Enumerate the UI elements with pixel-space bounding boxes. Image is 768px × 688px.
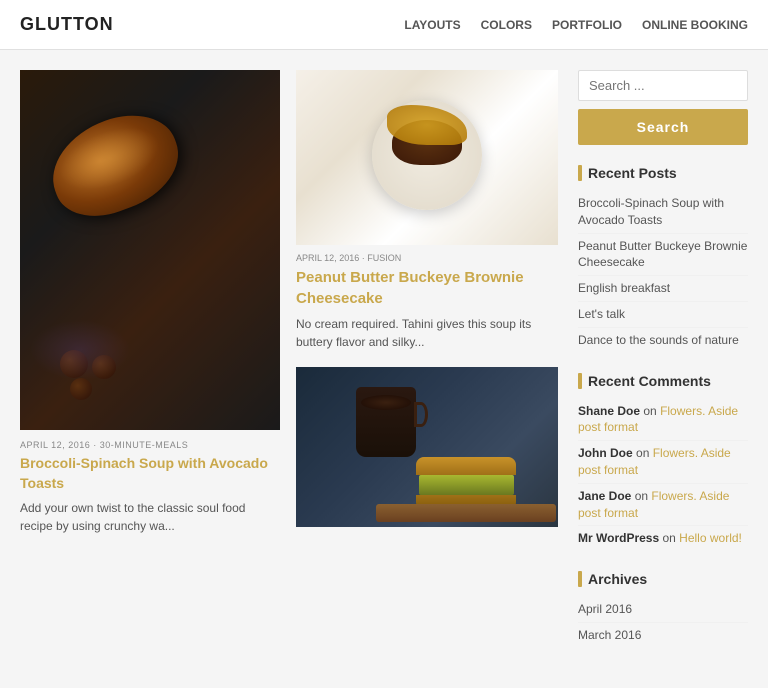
recent-posts-list: Broccoli-Spinach Soup with Avocado Toast… — [578, 191, 748, 353]
sandwich-bread-top — [416, 457, 516, 475]
comment-action: on — [643, 404, 656, 418]
accent-bar-3 — [578, 571, 582, 587]
comment-item: Shane Doe on Flowers. Aside post format — [578, 399, 748, 442]
main-nav: LAYOUTS COLORS PORTFOLIO ONLINE BOOKING — [404, 18, 748, 32]
archives-section-title: Archives — [578, 571, 748, 587]
comment-item: Mr WordPress on Hello world! — [578, 526, 748, 551]
top-right-post-meta: APRIL 12, 2016 · FUSION — [296, 245, 558, 267]
search-input[interactable] — [578, 70, 748, 101]
recent-posts-section-title: Recent Posts — [578, 165, 748, 181]
main-container: APRIL 12, 2016 · 30-MINUTE-MEALS Broccol… — [0, 50, 768, 688]
site-header: GLUTTON LAYOUTS COLORS PORTFOLIO ONLINE … — [0, 0, 768, 50]
site-logo[interactable]: GLUTTON — [20, 14, 114, 35]
comment-author: John Doe — [578, 446, 633, 460]
nav-layouts[interactable]: LAYOUTS — [404, 18, 460, 32]
top-right-post-image[interactable] — [296, 70, 558, 245]
bread-decoration — [39, 100, 192, 229]
comment-link[interactable]: Hello world! — [679, 531, 742, 545]
recent-comments-label: Recent Comments — [588, 373, 711, 389]
top-right-post-excerpt: No cream required. Tahini gives this sou… — [296, 315, 558, 351]
food-plate-bg — [296, 70, 558, 245]
accent-bar — [578, 165, 582, 181]
ball-3 — [70, 378, 92, 400]
coffee-cup — [356, 387, 416, 457]
comment-item: Jane Doe on Flowers. Aside post format — [578, 484, 748, 527]
comment-action: on — [662, 531, 679, 545]
left-post-image-bg — [20, 70, 280, 430]
comment-action: on — [636, 446, 653, 460]
comment-action: on — [635, 489, 652, 503]
left-post-image[interactable] — [20, 70, 280, 430]
comment-author: Jane Doe — [578, 489, 631, 503]
sandwich-fill — [419, 475, 514, 495]
bottom-right-post — [296, 367, 558, 527]
archive-item[interactable]: April 2016 — [578, 597, 748, 623]
top-right-post-title[interactable]: Peanut Butter Buckeye Brownie Cheesecake — [296, 267, 558, 309]
content-area: APRIL 12, 2016 · 30-MINUTE-MEALS Broccol… — [20, 70, 558, 668]
recent-post-item[interactable]: Dance to the sounds of nature — [578, 328, 748, 353]
recent-comments-section-title: Recent Comments — [578, 373, 748, 389]
left-post-title[interactable]: Broccoli-Spinach Soup with Avocado Toast… — [20, 454, 280, 493]
nav-online-booking[interactable]: ONLINE BOOKING — [642, 18, 748, 32]
recent-post-item[interactable]: English breakfast — [578, 276, 748, 302]
comment-author: Mr WordPress — [578, 531, 659, 545]
sidebar: Search Recent Posts Broccoli-Spinach Sou… — [578, 70, 748, 668]
recent-post-item[interactable]: Broccoli-Spinach Soup with Avocado Toast… — [578, 191, 748, 234]
recent-post-item[interactable]: Peanut Butter Buckeye Brownie Cheesecake — [578, 234, 748, 277]
recent-posts-label: Recent Posts — [588, 165, 677, 181]
archives-label: Archives — [588, 571, 647, 587]
left-post-excerpt: Add your own twist to the classic soul f… — [20, 499, 280, 535]
accent-bar-2 — [578, 373, 582, 389]
comment-item: John Doe on Flowers. Aside post format — [578, 441, 748, 484]
search-button[interactable]: Search — [578, 109, 748, 145]
coffee-bg — [296, 367, 558, 527]
left-featured-post: APRIL 12, 2016 · 30-MINUTE-MEALS Broccol… — [20, 70, 280, 668]
nav-portfolio[interactable]: PORTFOLIO — [552, 18, 622, 32]
recent-comments-list: Shane Doe on Flowers. Aside post format … — [578, 399, 748, 552]
top-right-post: APRIL 12, 2016 · FUSION Peanut Butter Bu… — [296, 70, 558, 351]
comment-author: Shane Doe — [578, 404, 640, 418]
archive-item[interactable]: March 2016 — [578, 623, 748, 648]
left-post-meta: APRIL 12, 2016 · 30-MINUTE-MEALS — [20, 430, 280, 454]
flower-decoration — [30, 320, 130, 380]
bottom-right-post-image[interactable] — [296, 367, 558, 527]
recent-post-item[interactable]: Let's talk — [578, 302, 748, 328]
cup-handle — [414, 402, 428, 427]
right-posts-column: APRIL 12, 2016 · FUSION Peanut Butter Bu… — [296, 70, 558, 668]
archives-list: April 2016 March 2016 — [578, 597, 748, 648]
nav-colors[interactable]: COLORS — [481, 18, 532, 32]
wood-board — [376, 504, 556, 522]
